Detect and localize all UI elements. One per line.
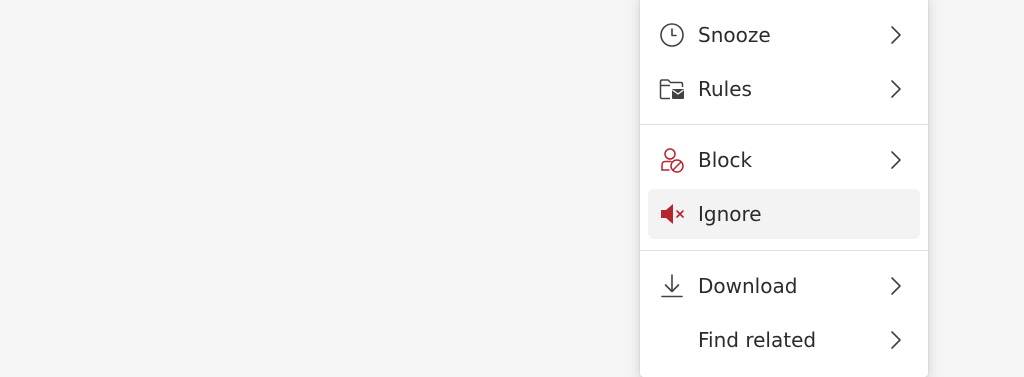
menu-item-label: Download: [698, 274, 798, 298]
speaker-mute-icon: [658, 200, 686, 228]
chevron-right-icon: [891, 26, 901, 44]
chevron-right-icon: [891, 277, 901, 295]
chevron-right-icon: [891, 80, 901, 98]
menu-item-download[interactable]: Download: [648, 261, 920, 311]
menu-item-snooze[interactable]: Snooze: [648, 10, 920, 60]
context-menu: Snooze Rules Block Ignore Download Find …: [640, 0, 928, 377]
menu-item-label: Find related: [698, 328, 817, 352]
menu-item-ignore[interactable]: Ignore: [648, 189, 920, 239]
chevron-right-icon: [891, 151, 901, 169]
block-person-icon: [658, 146, 686, 174]
menu-item-rules[interactable]: Rules: [648, 64, 920, 114]
menu-item-label: Block: [698, 148, 753, 172]
menu-item-block[interactable]: Block: [648, 135, 920, 185]
download-icon: [658, 272, 686, 300]
menu-item-find-related[interactable]: Find related: [648, 315, 920, 365]
menu-divider: [640, 124, 928, 125]
chevron-right-icon: [891, 331, 901, 349]
menu-item-label: Rules: [698, 77, 752, 101]
clock-icon: [658, 21, 686, 49]
folder-rules-icon: [658, 75, 686, 103]
menu-item-label: Ignore: [698, 202, 762, 226]
menu-item-label: Snooze: [698, 23, 771, 47]
menu-divider: [640, 250, 928, 251]
